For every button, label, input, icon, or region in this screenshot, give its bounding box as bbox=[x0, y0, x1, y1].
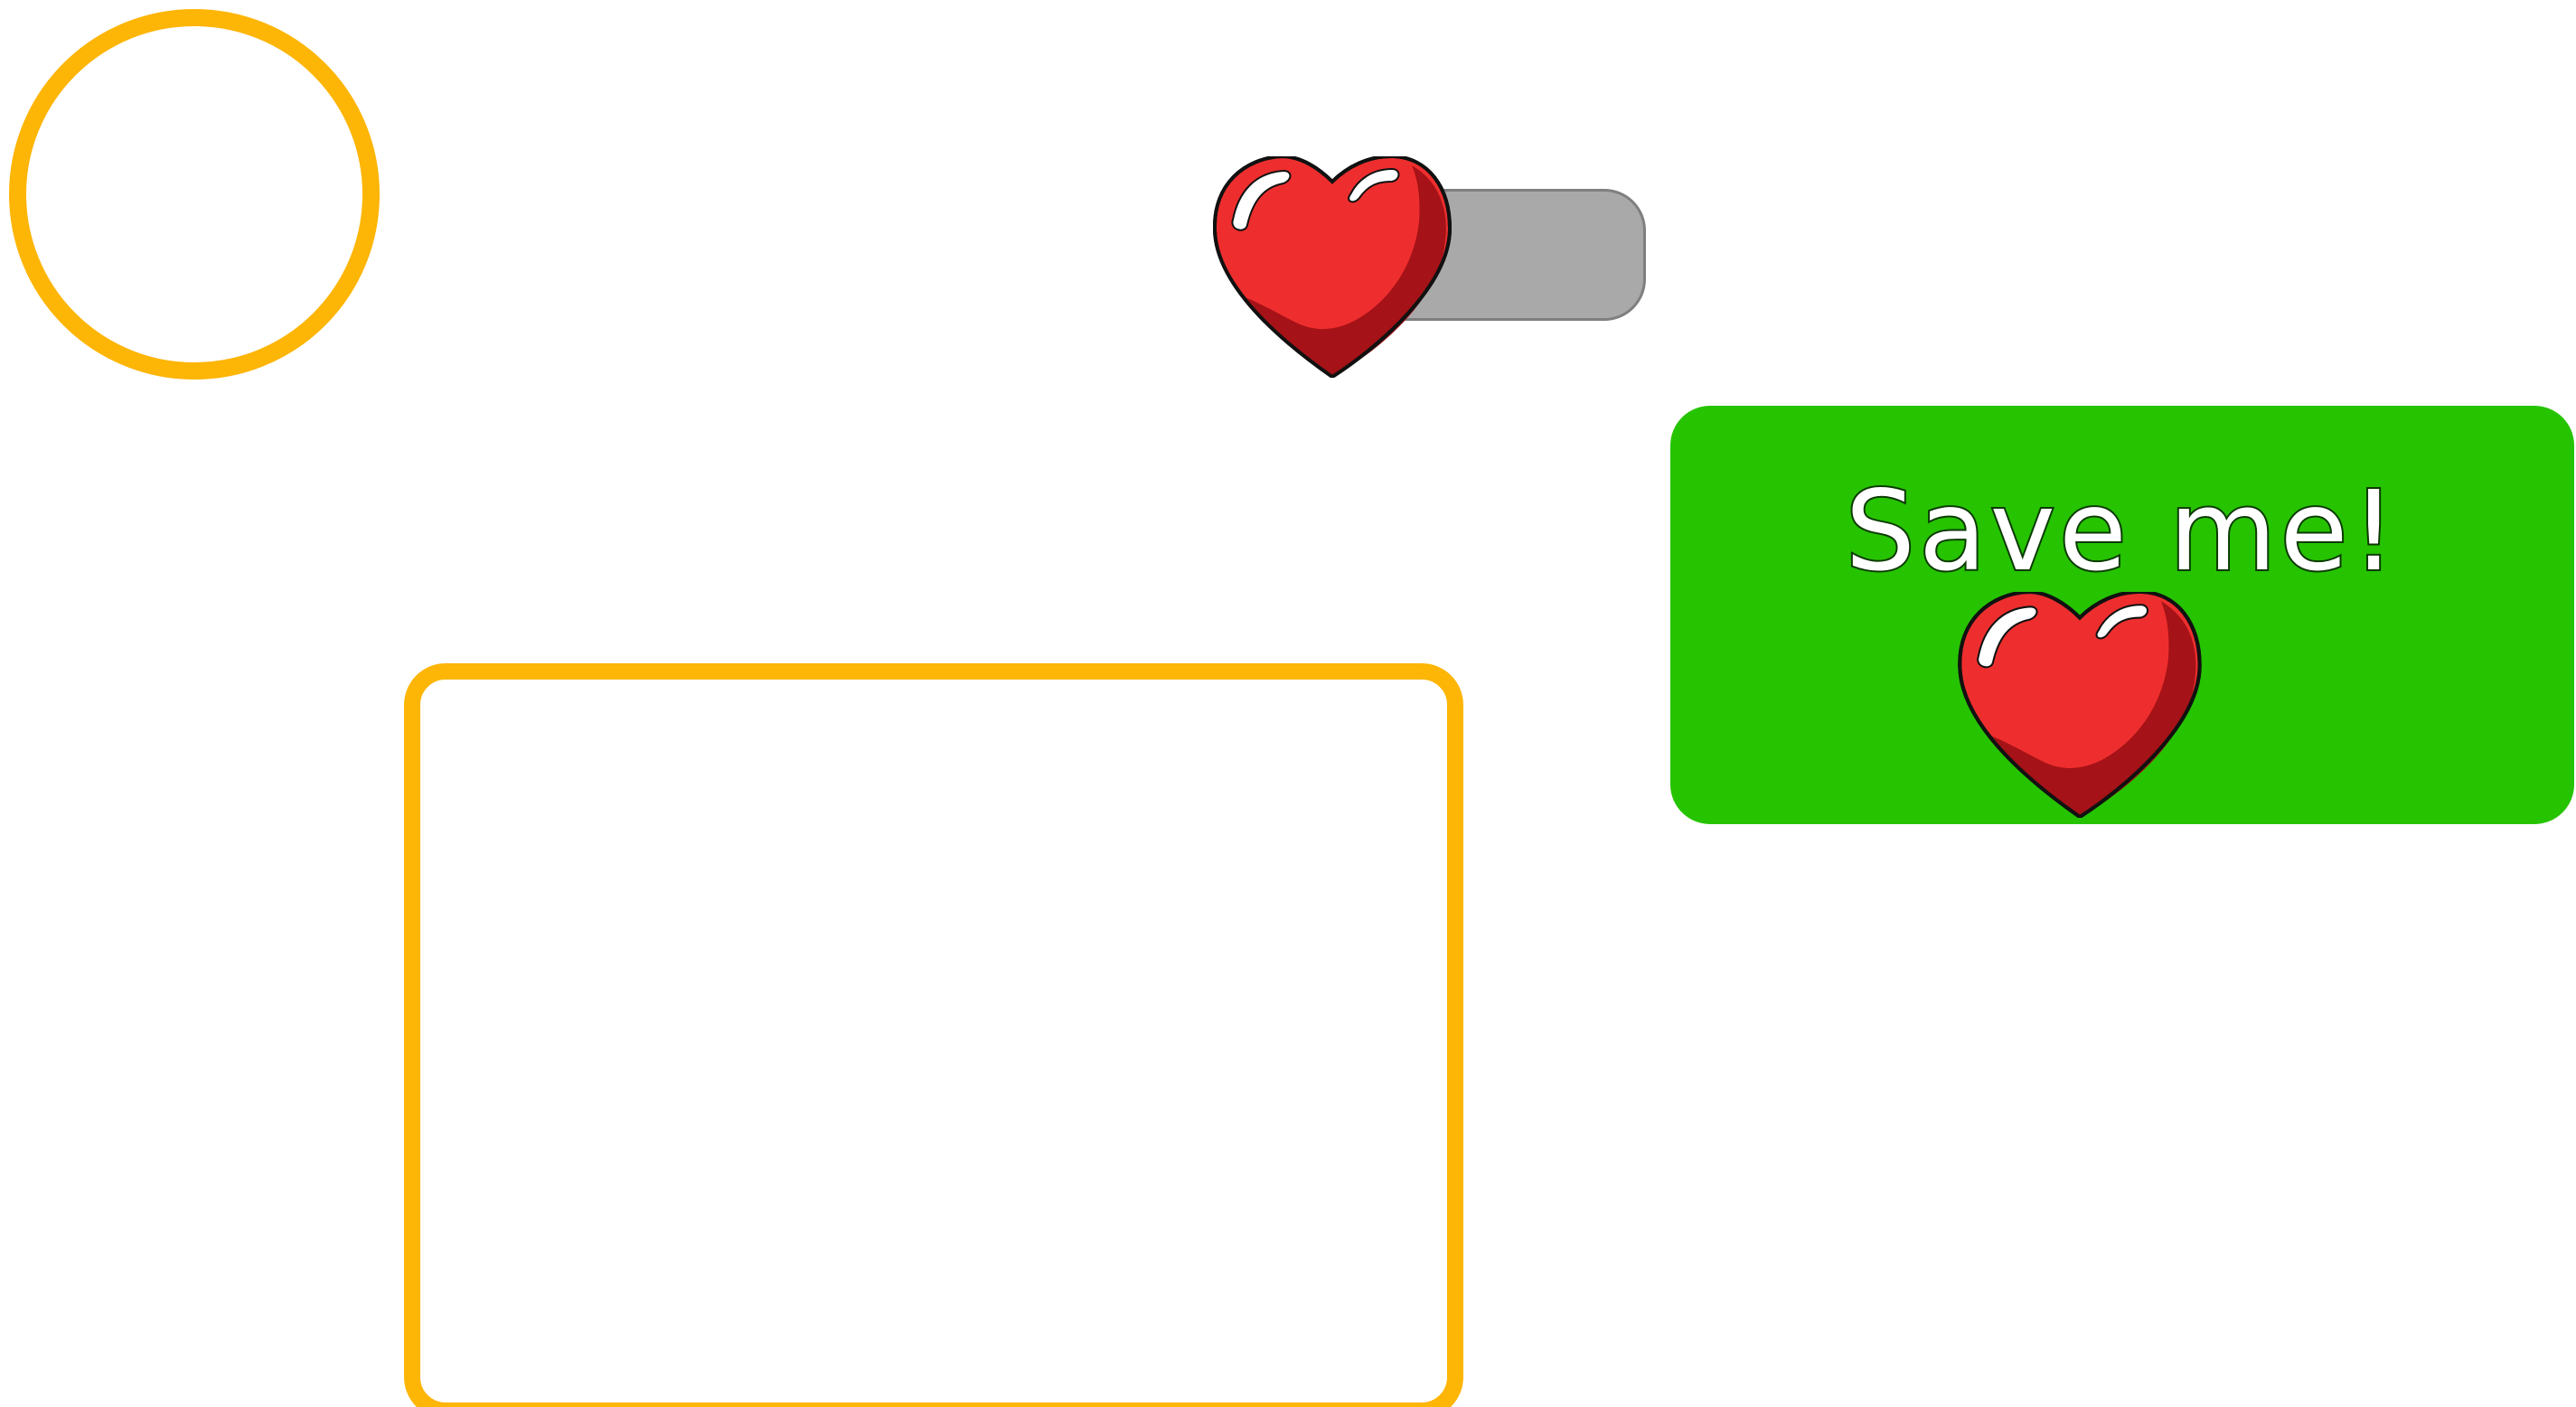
game-stage: Save me! bbox=[0, 0, 2576, 1407]
target-ring bbox=[9, 9, 380, 380]
heart-icon[interactable] bbox=[1213, 156, 1452, 378]
drop-zone-box bbox=[404, 663, 1463, 1407]
heart-icon[interactable] bbox=[1958, 592, 2202, 818]
save-me-label: Save me! bbox=[1843, 465, 2400, 597]
